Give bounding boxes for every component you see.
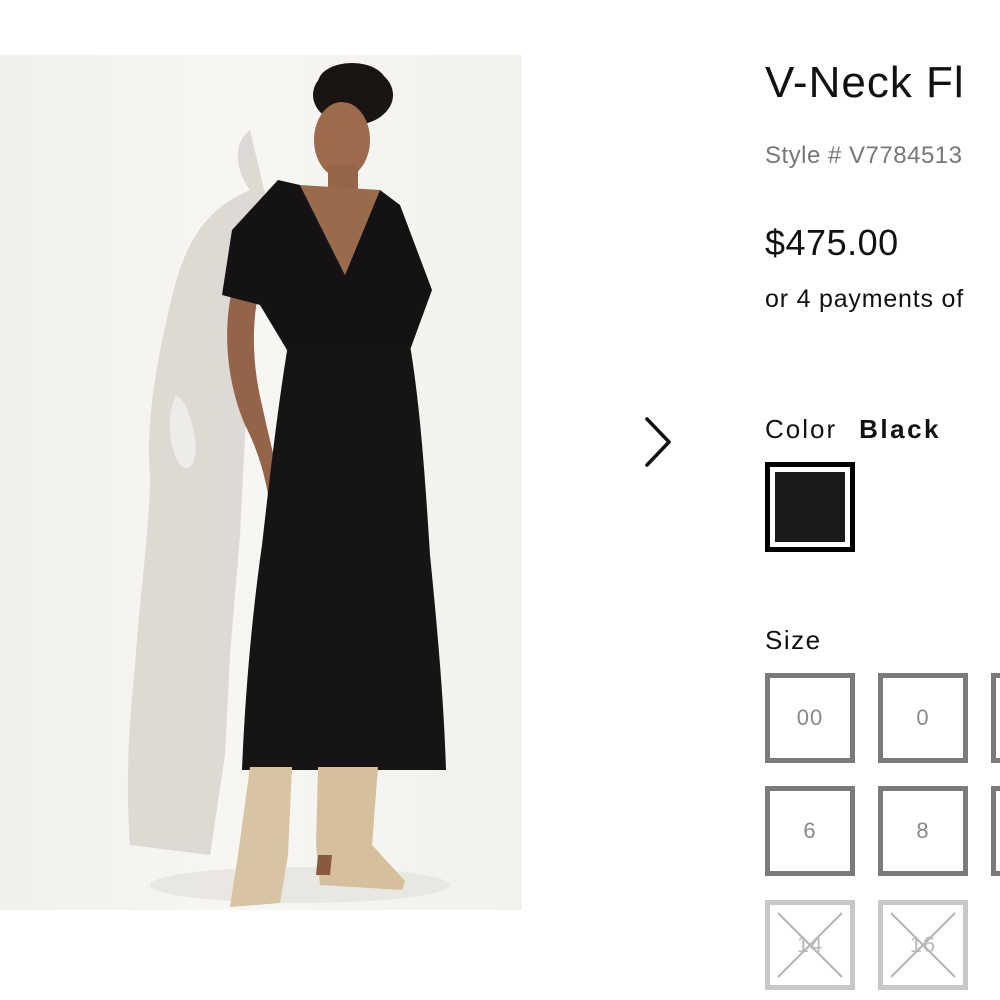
product-image bbox=[0, 55, 522, 910]
chevron-right-icon bbox=[645, 417, 671, 467]
size-option-00[interactable]: 00 bbox=[765, 673, 855, 763]
installment-payments-text: or 4 payments of bbox=[765, 285, 965, 313]
selected-color-value: Black bbox=[859, 414, 942, 444]
size-option-label: 0 bbox=[916, 705, 930, 730]
size-option-0[interactable]: 0 bbox=[878, 673, 968, 763]
next-image-button[interactable] bbox=[638, 414, 678, 470]
size-option-6[interactable]: 6 bbox=[765, 786, 855, 876]
unavailable-cross-icon bbox=[890, 912, 956, 978]
size-option-label: 00 bbox=[796, 705, 824, 730]
size-option-partial[interactable] bbox=[991, 786, 1000, 876]
size-option-partial[interactable] bbox=[991, 673, 1000, 763]
size-option-label: 6 bbox=[803, 818, 817, 843]
color-selector-label: Color Black bbox=[765, 414, 941, 445]
product-title: V-Neck Fl bbox=[765, 58, 965, 107]
color-swatch-black[interactable] bbox=[765, 462, 855, 552]
size-option-16-unavailable[interactable]: 16 bbox=[878, 900, 968, 990]
color-label: Color bbox=[765, 414, 838, 444]
swatch-fill bbox=[775, 472, 845, 542]
product-page: V-Neck Fl Style # V7784513 $475.00 or 4 … bbox=[0, 0, 1000, 1000]
unavailable-cross-icon bbox=[777, 912, 843, 978]
style-number: Style # V7784513 bbox=[765, 142, 963, 169]
size-option-label: 8 bbox=[916, 818, 930, 843]
size-option-8[interactable]: 8 bbox=[878, 786, 968, 876]
size-label: Size bbox=[765, 625, 822, 655]
product-price: $475.00 bbox=[765, 222, 899, 263]
size-option-14-unavailable[interactable]: 14 bbox=[765, 900, 855, 990]
